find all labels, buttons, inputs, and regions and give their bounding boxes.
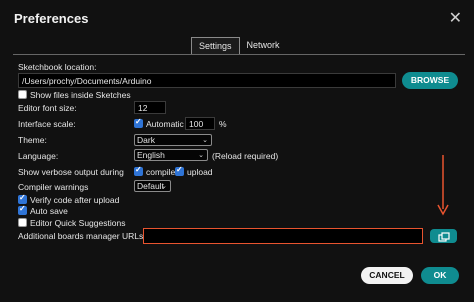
automatic-label: Automatic: [146, 119, 184, 129]
compiler-warnings-value: Default: [137, 181, 164, 191]
quick-suggestions-checkbox[interactable]: [18, 218, 27, 227]
verbose-label: Show verbose output during: [18, 167, 124, 177]
verify-label: Verify code after upload: [30, 195, 120, 205]
language-note: (Reload required): [212, 151, 279, 161]
tab-settings[interactable]: Settings: [191, 37, 240, 54]
compiler-warnings-label: Compiler warnings: [18, 182, 89, 192]
automatic-checkbox[interactable]: [134, 117, 143, 128]
quick-suggestions-label: Editor Quick Suggestions: [30, 218, 126, 228]
cancel-button[interactable]: CANCEL: [361, 267, 413, 284]
theme-label: Theme:: [18, 135, 47, 145]
boards-manager-label: Additional boards manager URLs:: [18, 231, 146, 241]
quick-suggestions-row: Editor Quick Suggestions: [18, 218, 125, 228]
tab-bar: Settings Network: [191, 37, 287, 54]
preferences-dialog: Preferences ✕ Settings Network Sketchboo…: [0, 0, 474, 302]
show-files-checkbox[interactable]: [18, 90, 27, 99]
autosave-row: Auto save: [18, 204, 68, 216]
font-size-input[interactable]: 12: [134, 101, 166, 114]
automatic-row: Automatic: [134, 117, 184, 129]
ok-button[interactable]: OK: [421, 267, 459, 284]
chevron-down-icon: ⌄: [202, 137, 208, 144]
verify-row: Verify code after upload: [18, 193, 120, 205]
language-label: Language:: [18, 151, 59, 161]
font-size-label: Editor font size:: [18, 103, 77, 113]
percent-unit: %: [219, 119, 227, 129]
verify-checkbox[interactable]: [18, 193, 27, 204]
autosave-checkbox[interactable]: [18, 204, 27, 215]
dialog-title: Preferences: [14, 11, 89, 26]
language-value: English: [137, 150, 165, 160]
sketchbook-label: Sketchbook location:: [18, 62, 97, 72]
show-files-row: Show files inside Sketches: [18, 90, 131, 100]
theme-select[interactable]: Dark ⌄: [134, 134, 212, 146]
interface-scale-input[interactable]: 100: [185, 117, 215, 130]
close-icon[interactable]: ✕: [449, 8, 462, 28]
sketchbook-location-input[interactable]: /Users/prochy/Documents/Arduino: [18, 73, 396, 88]
compiler-warnings-select[interactable]: Default ⌄: [134, 180, 171, 192]
open-window-icon: [437, 232, 450, 242]
upload-label: upload: [187, 167, 213, 177]
compile-label: compile: [146, 167, 176, 177]
compile-row: compile: [134, 165, 176, 177]
chevron-down-icon: ⌄: [161, 183, 167, 190]
autosave-label: Auto save: [30, 206, 68, 216]
upload-checkbox[interactable]: [175, 165, 184, 176]
boards-manager-url-input[interactable]: [143, 228, 423, 244]
theme-value: Dark: [137, 135, 155, 145]
chevron-down-icon: ⌄: [198, 152, 204, 159]
interface-scale-label: Interface scale:: [18, 119, 76, 129]
tab-network[interactable]: Network: [240, 37, 287, 54]
open-window-button[interactable]: [430, 229, 457, 243]
annotation-arrow-icon: [437, 155, 449, 216]
language-select[interactable]: English ⌄: [134, 149, 208, 161]
show-files-label: Show files inside Sketches: [30, 90, 131, 100]
upload-row: upload: [175, 165, 213, 177]
browse-button[interactable]: BROWSE: [402, 72, 458, 89]
compile-checkbox[interactable]: [134, 165, 143, 176]
